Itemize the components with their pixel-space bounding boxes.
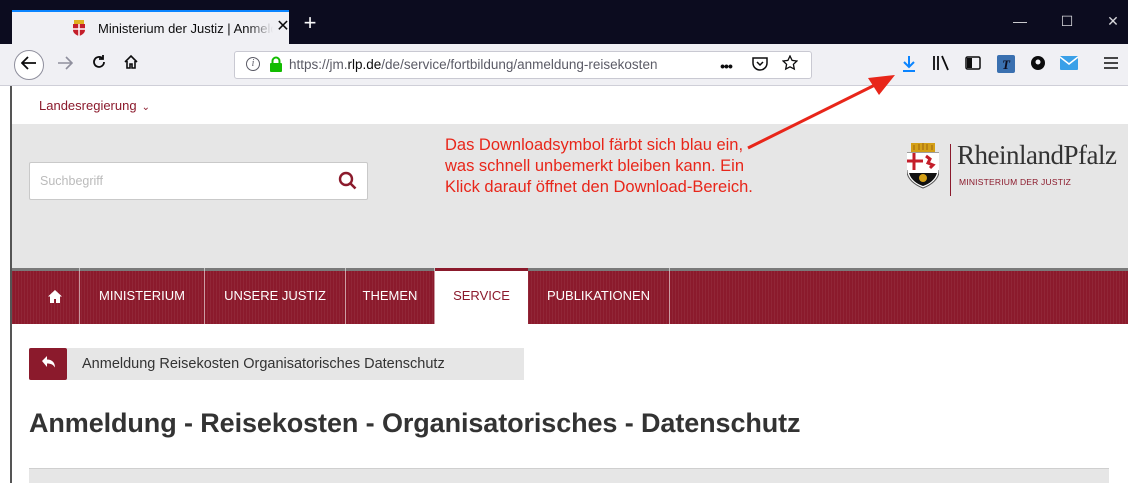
site-logo[interactable]: RheinlandPfalz MINISTERIUM DER JUSTIZ: [907, 140, 1117, 200]
landesregierung-link[interactable]: Landesregierung ⌄: [39, 98, 150, 113]
tab-title: Ministerium der Justiz | Anmeldung: [98, 21, 273, 36]
reload-icon: [93, 55, 105, 68]
menu-item-publikationen[interactable]: PUBLIKATIONEN: [528, 268, 670, 324]
menu-item-themen[interactable]: THEMEN: [346, 268, 435, 324]
annotation-text: Das Downloadsymbol färbt sich blau ein, …: [445, 136, 753, 196]
search-box: [29, 162, 368, 200]
library-icon[interactable]: [930, 55, 952, 77]
url-text[interactable]: https://jm.rlp.de/de/service/fortbildung…: [289, 57, 685, 72]
search-icon[interactable]: [335, 168, 361, 194]
minimize-icon[interactable]: —: [1005, 10, 1035, 34]
download-icon[interactable]: [898, 55, 920, 77]
svg-text:T: T: [1002, 57, 1011, 72]
new-tab-button[interactable]: +: [298, 12, 322, 36]
main-menu: MINISTERIUM UNSERE JUSTIZ THEMEN SERVICE…: [12, 268, 1128, 324]
search-input[interactable]: [30, 163, 330, 199]
menu-icon[interactable]: [1100, 55, 1122, 77]
back-button[interactable]: [14, 50, 44, 80]
reload-button[interactable]: [86, 52, 112, 78]
home-button[interactable]: [118, 52, 144, 78]
pocket-icon[interactable]: [749, 55, 771, 77]
breadcrumb: Anmeldung Reisekosten Organisatorisches …: [29, 348, 524, 380]
home-icon: [124, 54, 138, 69]
page-content: Landesregierung⌄ Das Downloadsymbol färb…: [10, 86, 1128, 483]
breadcrumb-label: Anmeldung Reisekosten Organisatorisches …: [82, 356, 445, 372]
arrow-left-icon: [20, 56, 36, 70]
close-tab-icon[interactable]: ✕: [274, 18, 292, 36]
menu-home[interactable]: [30, 268, 80, 324]
url-bar[interactable]: i https://jm.rlp.de/de/service/fortbildu…: [234, 51, 812, 79]
logo-name: RheinlandPfalz: [957, 140, 1117, 170]
navigation-toolbar: i https://jm.rlp.de/de/service/fortbildu…: [0, 44, 1128, 86]
back-arrow-icon: [42, 356, 55, 368]
lock-icon[interactable]: [269, 56, 283, 73]
arrow-right-icon: [58, 56, 74, 70]
account-icon[interactable]: [1027, 55, 1049, 77]
menu-item-ministerium[interactable]: MINISTERIUM: [80, 268, 205, 324]
coat-of-arms-icon: [907, 143, 939, 189]
info-icon[interactable]: i: [246, 57, 260, 71]
extension-icon[interactable]: T: [995, 55, 1017, 77]
close-window-icon[interactable]: ✕: [1098, 10, 1128, 34]
star-icon[interactable]: [779, 54, 801, 77]
tab-active[interactable]: Ministerium der Justiz | Anmeldung ✕: [12, 10, 292, 44]
coat-of-arms-icon: [73, 20, 85, 36]
home-icon: [47, 290, 62, 303]
tab-bar: Ministerium der Justiz | Anmeldung ✕ + —…: [0, 0, 1128, 44]
breadcrumb-back-button[interactable]: [29, 348, 67, 380]
sidebar-icon[interactable]: [962, 55, 984, 77]
screenshot-frame: Ministerium der Justiz | Anmeldung ✕ + —…: [0, 0, 1128, 483]
logo-separator: [950, 144, 951, 196]
content-panel: [29, 468, 1109, 483]
mail-icon[interactable]: [1058, 55, 1080, 77]
menu-item-unsere-justiz[interactable]: UNSERE JUSTIZ: [205, 268, 346, 324]
chevron-down-icon: ⌄: [141, 102, 150, 113]
maximize-icon[interactable]: ☐: [1052, 10, 1082, 34]
logo-subtitle: MINISTERIUM DER JUSTIZ: [959, 177, 1072, 187]
menu-item-service[interactable]: SERVICE: [435, 268, 528, 324]
page-actions-icon[interactable]: •••: [715, 55, 737, 77]
top-navigation: Landesregierung ⌄: [12, 86, 1128, 124]
forward-button[interactable]: [52, 52, 78, 78]
site-header: Das Downloadsymbol färbt sich blau ein, …: [12, 124, 1128, 268]
page-title: Anmeldung - Reisekosten - Organisatorisc…: [29, 408, 801, 438]
